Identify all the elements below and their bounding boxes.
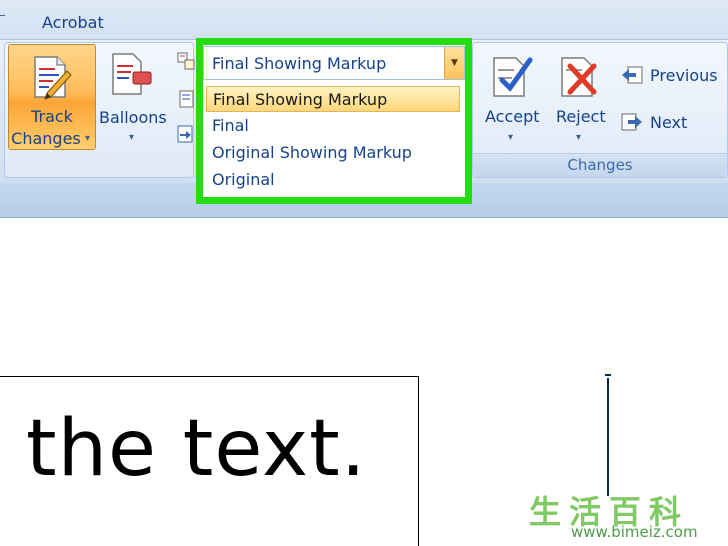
previous-arrow-icon [622,66,643,84]
markup-line [607,378,609,496]
option-final[interactable]: Final [206,113,460,139]
chevron-down-icon: ▾ [508,132,514,143]
balloons-label: Balloons [99,108,167,127]
accept-button[interactable]: Accept ▾ [482,48,544,148]
tab-acrobat[interactable]: Acrobat [42,13,104,32]
reviewing-pane-icon[interactable] [179,90,195,108]
reject-label: Reject [556,107,606,126]
previous-label: Previous [650,66,718,85]
changes-group-label: Changes [473,153,727,177]
balloons-button[interactable]: Balloons ▾ [99,48,169,148]
x-document-icon [561,57,597,97]
option-original-showing-markup[interactable]: Original Showing Markup [206,140,460,166]
track-changes-label-2: Changes [11,129,81,148]
watermark: 生活百科 www.bimeiz.com [527,487,728,546]
next-label: Next [650,113,688,132]
track-changes-button[interactable]: Track Changes ▾ [8,44,96,150]
checkmark-document-icon [493,57,533,97]
show-markup-icon[interactable] [177,52,195,72]
document-text[interactable]: the text. [26,404,367,494]
dropdown-arrow-icon[interactable]: ▼ [444,47,464,79]
balloon-document-icon [112,53,152,95]
ribbon-tab-bar: Acrobat [0,0,728,40]
display-for-review-list: Final Showing Markup Final Original Show… [203,82,465,196]
tab-edge [0,15,5,16]
chevron-down-icon: ▾ [85,133,91,144]
option-original[interactable]: Original [206,167,460,193]
watermark-url: www.bimeiz.com [571,523,698,541]
next-button[interactable]: Next [620,109,700,135]
chevron-down-icon: ▾ [576,132,582,143]
accept-label: Accept [485,107,540,126]
compare-icon[interactable] [177,124,195,144]
combo-selected-value: Final Showing Markup [212,54,387,73]
reject-button[interactable]: Reject ▾ [554,48,610,148]
pencil-document-icon [34,56,72,100]
display-for-review-combo[interactable]: Final Showing Markup ▼ [203,46,465,80]
chevron-down-icon: ▾ [129,132,135,143]
next-arrow-icon [621,113,642,131]
track-changes-label-1: Track [31,107,73,126]
previous-button[interactable]: Previous [620,62,726,88]
option-final-showing-markup[interactable]: Final Showing Markup [206,86,460,112]
